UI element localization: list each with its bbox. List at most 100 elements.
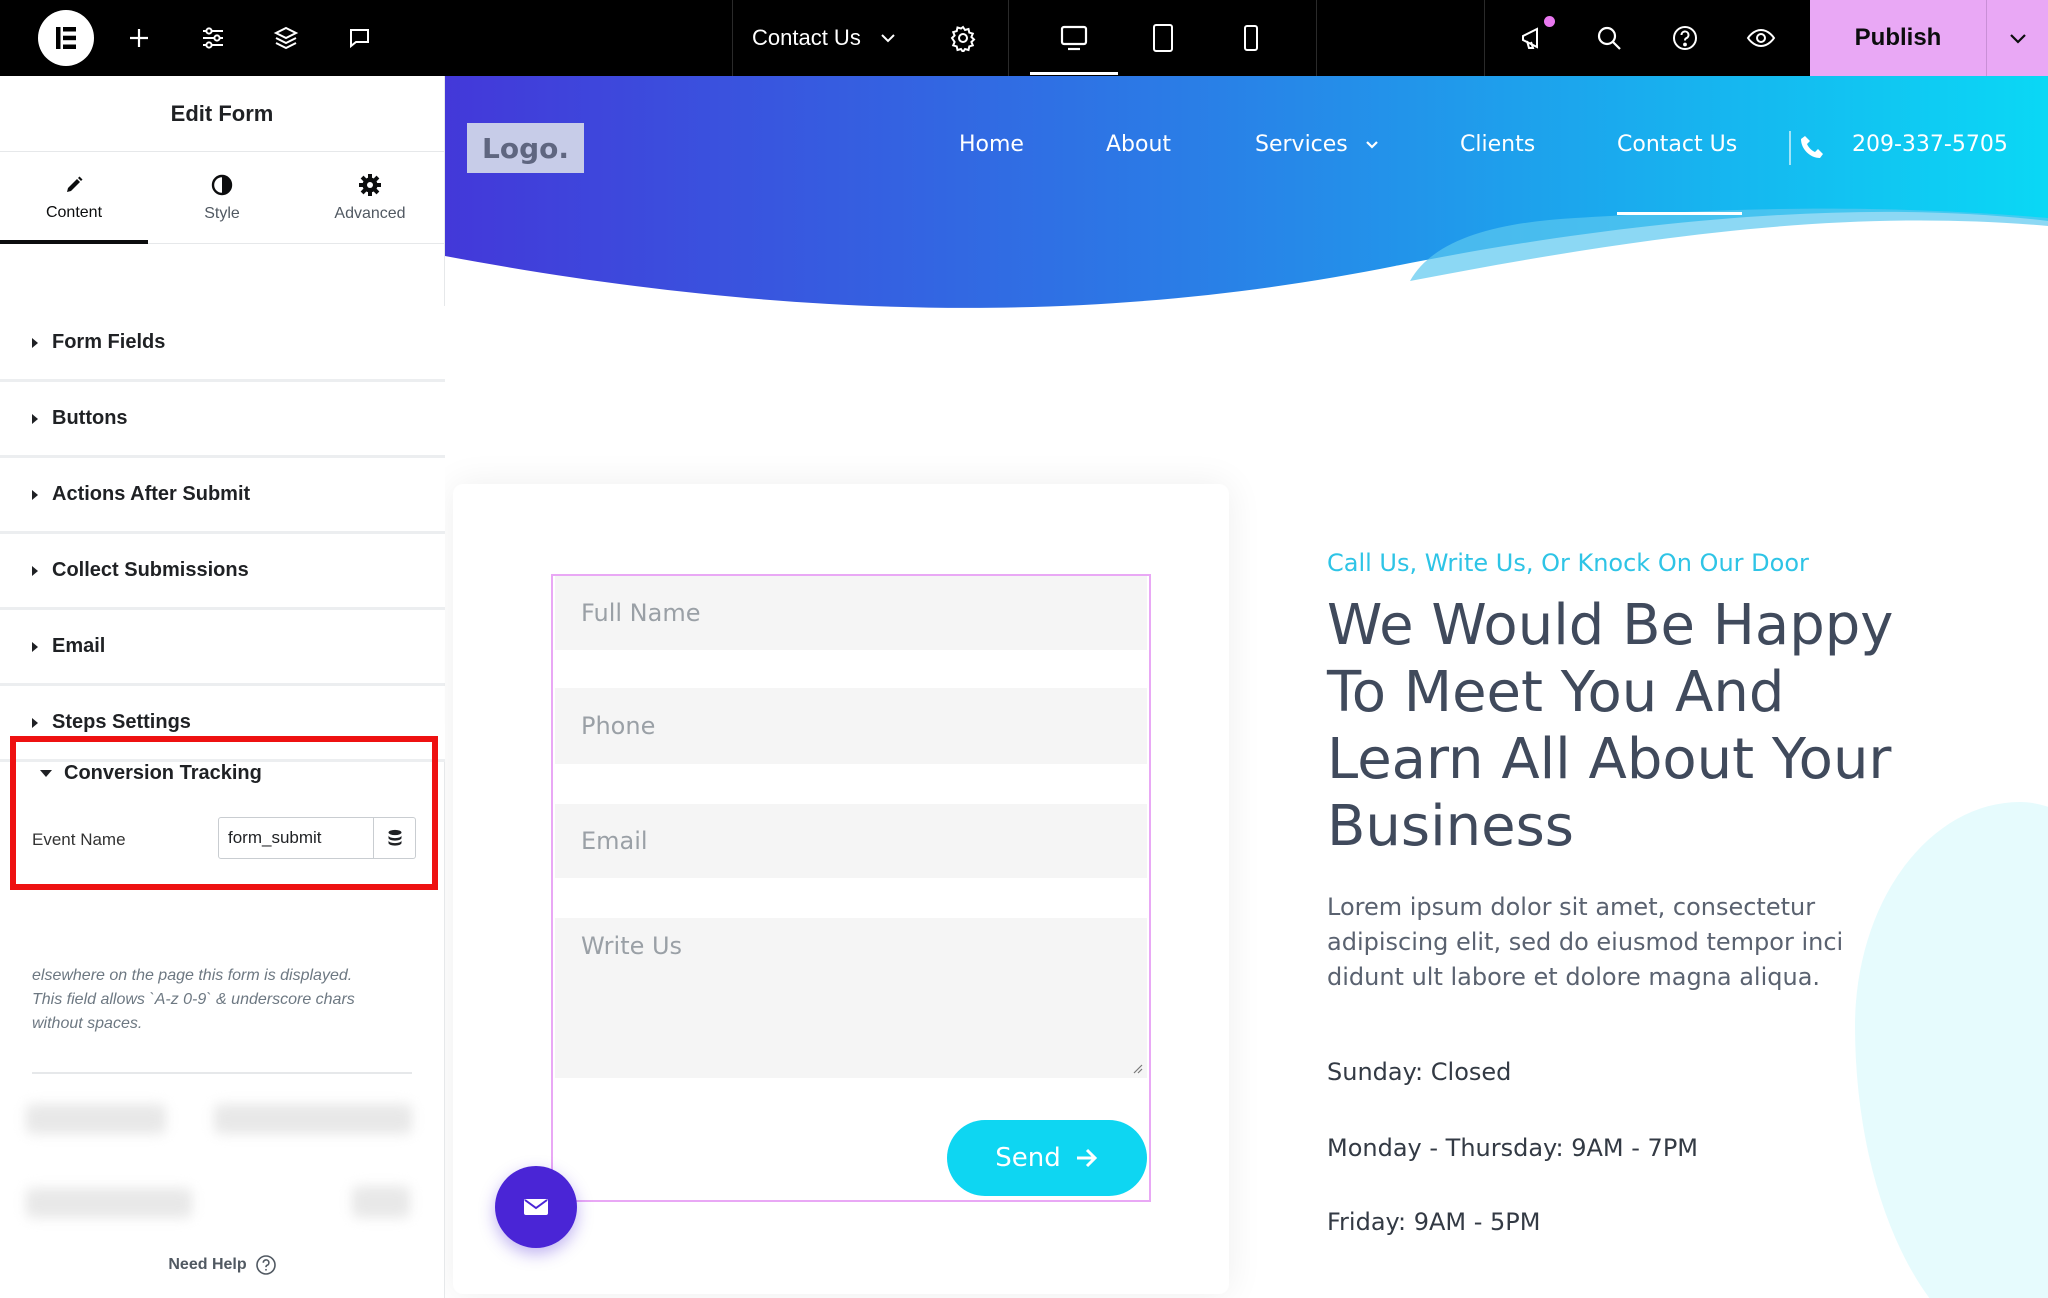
send-label: Send [995, 1143, 1061, 1173]
need-help-link[interactable]: Need Help [0, 1254, 445, 1276]
event-name-help-text: elsewhere on the page this form is displ… [32, 958, 422, 1036]
help-text-line: This field allows `A-z 0-9` & underscore… [32, 991, 355, 1008]
contact-tagline: Call Us, Write Us, Or Knock On Our Door [1327, 549, 1809, 577]
mobile-icon[interactable] [1228, 0, 1274, 76]
chevron-down-icon [881, 34, 895, 43]
caret-right-icon [32, 337, 38, 348]
chevron-down-icon [2009, 34, 2026, 44]
phone-field[interactable]: Phone [555, 688, 1147, 764]
editor-top-bar: Contact Us Publish [0, 0, 2048, 76]
section-label: Conversion Tracking [64, 762, 262, 784]
comments-icon[interactable] [336, 0, 382, 76]
caret-down-icon [40, 770, 52, 777]
elementor-logo-icon[interactable] [38, 10, 94, 66]
site-logo[interactable]: Logo. [467, 123, 584, 173]
publish-options-button[interactable] [1986, 0, 2048, 76]
blurred-control-toggle [352, 1186, 410, 1218]
settings-sliders-icon[interactable] [190, 0, 236, 76]
decorative-blob [1855, 802, 2048, 1298]
section-label: Actions After Submit [52, 483, 251, 505]
send-button[interactable]: Send [947, 1120, 1147, 1196]
page-title: Contact Us [752, 25, 861, 50]
tab-label: Advanced [334, 204, 406, 222]
desktop-icon[interactable] [1030, 0, 1118, 76]
nav-link-about[interactable]: About [1106, 132, 1171, 157]
chevron-down-icon [1366, 140, 1378, 149]
blurred-control-label [26, 1104, 166, 1134]
resize-handle-icon[interactable] [1131, 1062, 1143, 1074]
nav-link-services[interactable]: Services [1255, 132, 1380, 157]
nav-active-indicator [1617, 212, 1742, 215]
notifications-megaphone-icon[interactable] [1510, 0, 1556, 76]
preview-eye-icon[interactable] [1738, 0, 1784, 76]
notification-dot [1544, 16, 1555, 27]
contact-form: Full Name Phone Email Write Us Send [551, 574, 1151, 1202]
device-active-indicator [1030, 72, 1118, 75]
panel-title: Edit Form [0, 76, 444, 152]
tab-label: Content [45, 203, 103, 221]
blurred-control-label [26, 1188, 192, 1218]
add-icon[interactable] [116, 0, 162, 76]
nav-link-label: Services [1255, 132, 1348, 157]
layers-icon[interactable] [263, 0, 309, 76]
email-field[interactable]: Email [555, 804, 1147, 878]
nav-link-clients[interactable]: Clients [1460, 132, 1535, 157]
tab-style[interactable]: Style [148, 152, 296, 243]
contact-form-card: Full Name Phone Email Write Us Send [453, 484, 1229, 1294]
section-collect-submissions[interactable]: Collect Submissions [0, 534, 445, 610]
pencil-icon [67, 176, 83, 192]
dynamic-tags-database-icon[interactable] [374, 817, 416, 859]
nav-divider [1789, 131, 1791, 165]
tab-label: Style [204, 204, 240, 222]
section-actions-after-submit[interactable]: Actions After Submit [0, 458, 445, 534]
tab-advanced[interactable]: Advanced [296, 152, 444, 243]
page-title-dropdown[interactable]: Contact Us [752, 0, 912, 76]
search-icon[interactable] [1586, 0, 1632, 76]
section-label: Buttons [52, 407, 128, 429]
section-buttons[interactable]: Buttons [0, 382, 445, 458]
contact-heading: We Would Be Happy To Meet You And Learn … [1327, 593, 1894, 859]
event-name-input[interactable] [218, 817, 374, 859]
envelope-icon [524, 1199, 548, 1215]
section-label: Collect Submissions [52, 559, 249, 581]
section-email[interactable]: Email [0, 610, 445, 686]
caret-right-icon [32, 717, 38, 728]
half-circle-icon [211, 174, 233, 195]
page-settings-gear-icon[interactable] [940, 0, 986, 76]
contact-body-text: Lorem ipsum dolor sit amet, consectetur … [1327, 893, 1844, 991]
hours-friday: Friday: 9AM - 5PM [1327, 1208, 1541, 1236]
help-icon[interactable] [1662, 0, 1708, 76]
section-label: Steps Settings [52, 711, 191, 733]
tab-content[interactable]: Content [0, 152, 148, 244]
conversion-tracking-highlight: Conversion Tracking Event Name [10, 736, 438, 890]
publish-button[interactable]: Publish [1810, 0, 1986, 76]
section-conversion-tracking[interactable]: Conversion Tracking [40, 762, 262, 785]
help-text-line: elsewhere on the page this form is displ… [32, 967, 353, 984]
blurred-control-select [214, 1104, 412, 1134]
mail-floating-button[interactable] [495, 1166, 577, 1248]
help-circle-icon [255, 1255, 276, 1275]
event-name-label: Event Name [32, 830, 126, 849]
full-name-field[interactable]: Full Name [555, 576, 1147, 650]
nav-link-home[interactable]: Home [959, 132, 1024, 157]
section-label: Form Fields [52, 331, 166, 353]
nav-link-contact-us[interactable]: Contact Us [1617, 132, 1737, 157]
help-text-line: without spaces. [32, 1015, 143, 1032]
caret-right-icon [32, 413, 38, 424]
hours-monday-thursday: Monday - Thursday: 9AM - 7PM [1327, 1134, 1698, 1162]
caret-right-icon [32, 565, 38, 576]
page-canvas: Logo. Home About Services Clients Contac… [445, 76, 2048, 1298]
panel-divider [32, 1072, 412, 1074]
panel-tabs: Content Style Advanced [0, 152, 444, 244]
tablet-icon[interactable] [1140, 0, 1186, 76]
arrow-right-icon [1076, 1148, 1097, 1168]
help-text-hidden-line [32, 950, 422, 964]
nav-phone-number[interactable]: 209-337-5705 [1852, 132, 2008, 157]
need-help-label: Need Help [168, 1256, 247, 1273]
message-textarea[interactable]: Write Us [555, 918, 1147, 1078]
hero-wave-background [445, 76, 2048, 308]
section-label: Email [52, 635, 106, 657]
caret-right-icon [32, 489, 38, 500]
section-form-fields[interactable]: Form Fields [0, 306, 445, 382]
message-placeholder: Write Us [581, 932, 683, 960]
